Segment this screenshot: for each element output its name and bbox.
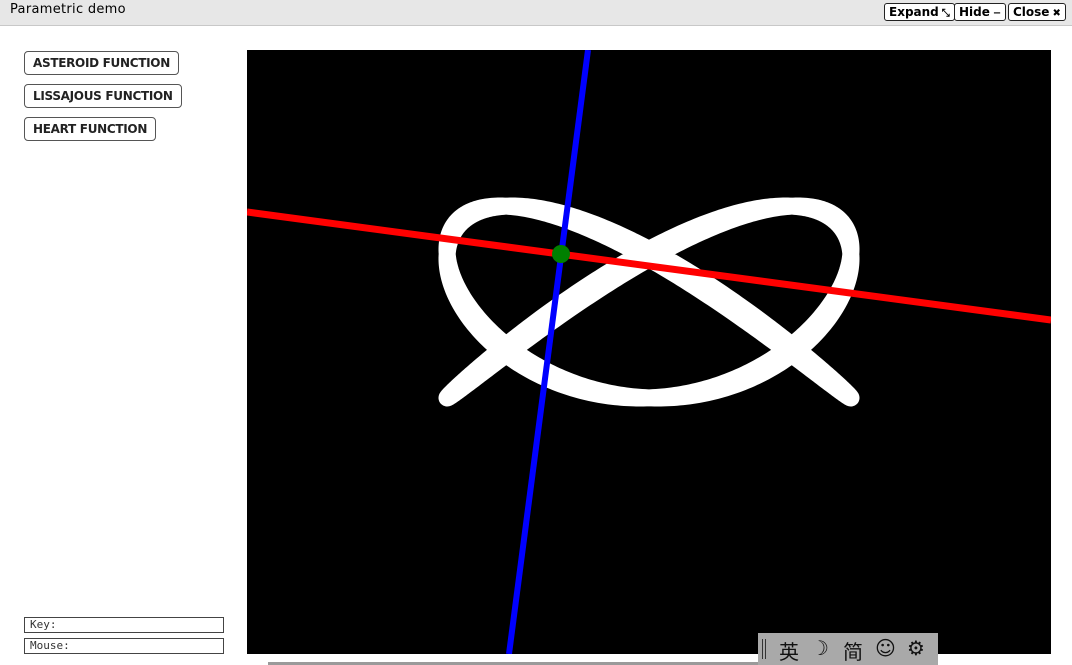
heart-function-button[interactable]: HEART FUNCTION xyxy=(24,117,157,141)
moon-icon[interactable]: ☽ xyxy=(811,636,829,660)
expand-icon: ⤡ xyxy=(941,8,950,19)
ime-language-toggle[interactable]: 英 xyxy=(779,636,799,665)
sidebar: ASTEROID FUNCTION LISSAJOUS FUNCTION HEA… xyxy=(0,27,247,665)
plot-svg xyxy=(247,50,1051,654)
mouse-readout: Mouse: xyxy=(24,638,224,654)
expand-button[interactable]: Expand ⤡ xyxy=(884,3,955,21)
window-titlebar: Parametric demo Expand ⤡ Hide − Close ✖ xyxy=(0,0,1072,26)
curve-point xyxy=(552,245,570,263)
emoji-icon[interactable]: ☺ xyxy=(875,636,896,660)
gear-icon[interactable]: ⚙ xyxy=(907,636,925,660)
asteroid-function-button[interactable]: ASTEROID FUNCTION xyxy=(24,51,179,75)
drawing-canvas[interactable] xyxy=(247,50,1051,654)
minus-icon: − xyxy=(992,8,1002,19)
close-button[interactable]: Close ✖ xyxy=(1008,3,1066,21)
ime-script-toggle[interactable]: 简 xyxy=(843,636,863,665)
hide-label: Hide xyxy=(959,5,990,19)
ime-drag-handle[interactable] xyxy=(762,639,766,659)
canvas-background xyxy=(247,50,1051,654)
window-title: Parametric demo xyxy=(10,2,126,17)
key-readout: Key: xyxy=(24,617,224,633)
expand-label: Expand xyxy=(889,5,939,19)
hide-button[interactable]: Hide − xyxy=(954,3,1007,21)
close-icon: ✖ xyxy=(1052,8,1061,19)
lissajous-function-button[interactable]: LISSAJOUS FUNCTION xyxy=(24,84,182,108)
close-label: Close xyxy=(1013,5,1050,19)
ime-toolbar: 英 ☽ 简 ☺ ⚙ xyxy=(758,633,938,665)
